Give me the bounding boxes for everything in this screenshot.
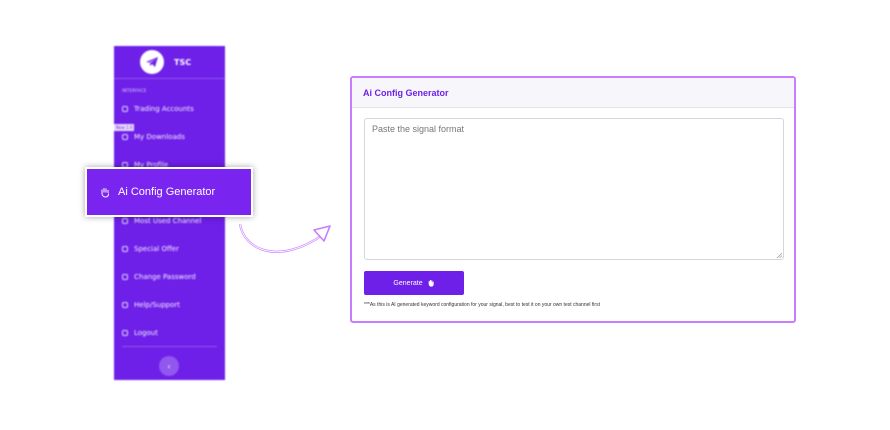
sidebar-item-label: Change Password bbox=[134, 273, 196, 281]
panel-title: Ai Config Generator bbox=[363, 87, 449, 98]
sidebar-item-label: My Downloads bbox=[134, 133, 185, 141]
highlight-label: Ai Config Generator bbox=[118, 186, 216, 198]
sidebar-item-help-support[interactable]: Help/Support bbox=[114, 298, 225, 312]
sidebar-item-trading-accounts[interactable]: Trading Accounts bbox=[114, 102, 225, 116]
sidebar-item-label: Most Used Channel bbox=[134, 217, 202, 225]
sidebar-section-label: INTERFACE bbox=[122, 88, 147, 93]
chart-icon bbox=[122, 218, 128, 224]
sidebar-item-label: Help/Support bbox=[134, 301, 180, 309]
sidebar-item-special-offer[interactable]: Special Offer bbox=[114, 242, 225, 256]
sidebar-item-ai-config-generator-highlight[interactable]: Ai Config Generator bbox=[85, 167, 253, 217]
signal-format-textarea-container bbox=[364, 118, 784, 260]
sidebar-item-label: Trading Accounts bbox=[134, 105, 194, 113]
sidebar-item-change-password[interactable]: Change Password bbox=[114, 270, 225, 284]
sidebar-item-my-downloads[interactable]: My Downloads bbox=[114, 130, 225, 144]
generate-button[interactable]: Generate bbox=[364, 271, 464, 295]
download-icon bbox=[122, 134, 128, 140]
sidebar-collapse-button[interactable]: ‹ bbox=[159, 356, 179, 376]
ai-config-panel: Ai Config Generator Generate ***As this … bbox=[350, 76, 796, 323]
chevron-left-icon: ‹ bbox=[167, 361, 171, 371]
sidebar-brand[interactable]: TSC bbox=[114, 46, 225, 79]
logout-icon bbox=[122, 330, 128, 336]
help-icon bbox=[122, 302, 128, 308]
hand-wave-icon bbox=[428, 280, 434, 287]
telegram-logo-icon bbox=[140, 50, 164, 74]
disclaimer-note: ***As this is AI generated keyword confi… bbox=[364, 302, 600, 308]
generate-button-label: Generate bbox=[393, 279, 423, 287]
sidebar-item-label: Special Offer bbox=[134, 245, 179, 253]
sidebar-divider bbox=[122, 346, 217, 347]
curved-arrow-icon bbox=[238, 223, 331, 253]
signal-format-textarea[interactable] bbox=[365, 119, 783, 259]
key-icon bbox=[122, 274, 128, 280]
hand-wave-icon bbox=[99, 186, 111, 198]
resize-grip-icon[interactable] bbox=[776, 252, 782, 258]
eye-icon bbox=[122, 106, 128, 112]
gift-icon bbox=[122, 246, 128, 252]
sidebar-item-logout[interactable]: Logout bbox=[114, 326, 225, 340]
sidebar-item-label: Logout bbox=[134, 329, 158, 337]
panel-header: Ai Config Generator bbox=[352, 78, 794, 108]
brand-name: TSC bbox=[174, 57, 192, 67]
